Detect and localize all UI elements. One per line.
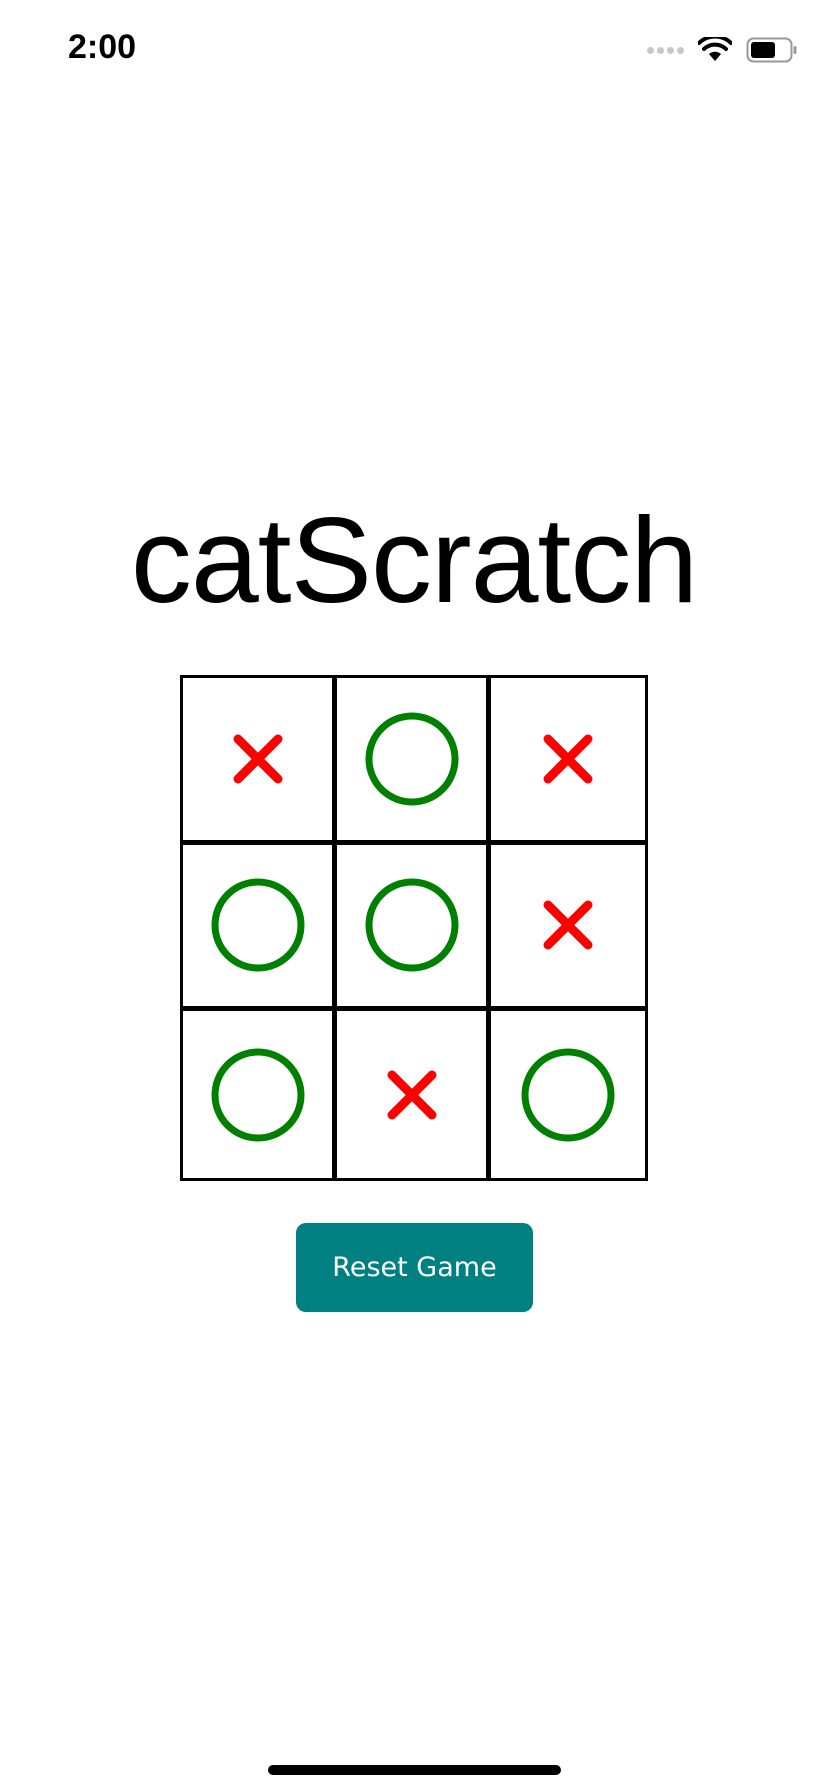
board-cell-2-2[interactable] — [491, 1011, 645, 1178]
o-mark-icon — [521, 1048, 615, 1142]
board-cell-0-2[interactable] — [491, 678, 645, 845]
board-cell-1-1[interactable] — [337, 844, 491, 1012]
x-mark-icon — [543, 734, 593, 784]
board-cell-2-0[interactable] — [183, 1011, 337, 1178]
board-cell-1-2[interactable] — [491, 845, 645, 1012]
x-mark-icon — [233, 734, 282, 784]
x-mark-icon — [543, 900, 593, 950]
status-icons — [647, 34, 798, 66]
game-board — [180, 675, 648, 1181]
app-title: catScratch — [130, 492, 698, 628]
wifi-icon — [698, 37, 732, 61]
status-time: 2:00 — [68, 28, 137, 66]
o-mark-icon — [211, 878, 304, 972]
signal-icon — [647, 46, 684, 54]
status-bar: 2:00 — [0, 0, 828, 100]
o-mark-icon — [365, 878, 458, 972]
board-cell-0-1[interactable] — [337, 678, 491, 845]
reset-game-button[interactable]: Reset Game — [296, 1223, 533, 1312]
board-cell-1-0[interactable] — [183, 844, 337, 1012]
home-indicator — [268, 1765, 561, 1775]
o-mark-icon — [211, 1048, 304, 1142]
board-cell-0-0[interactable] — [183, 678, 337, 845]
x-mark-icon — [387, 1070, 436, 1120]
board-cell-2-1[interactable] — [337, 1011, 491, 1178]
o-mark-icon — [365, 712, 458, 806]
battery-icon — [746, 37, 797, 63]
